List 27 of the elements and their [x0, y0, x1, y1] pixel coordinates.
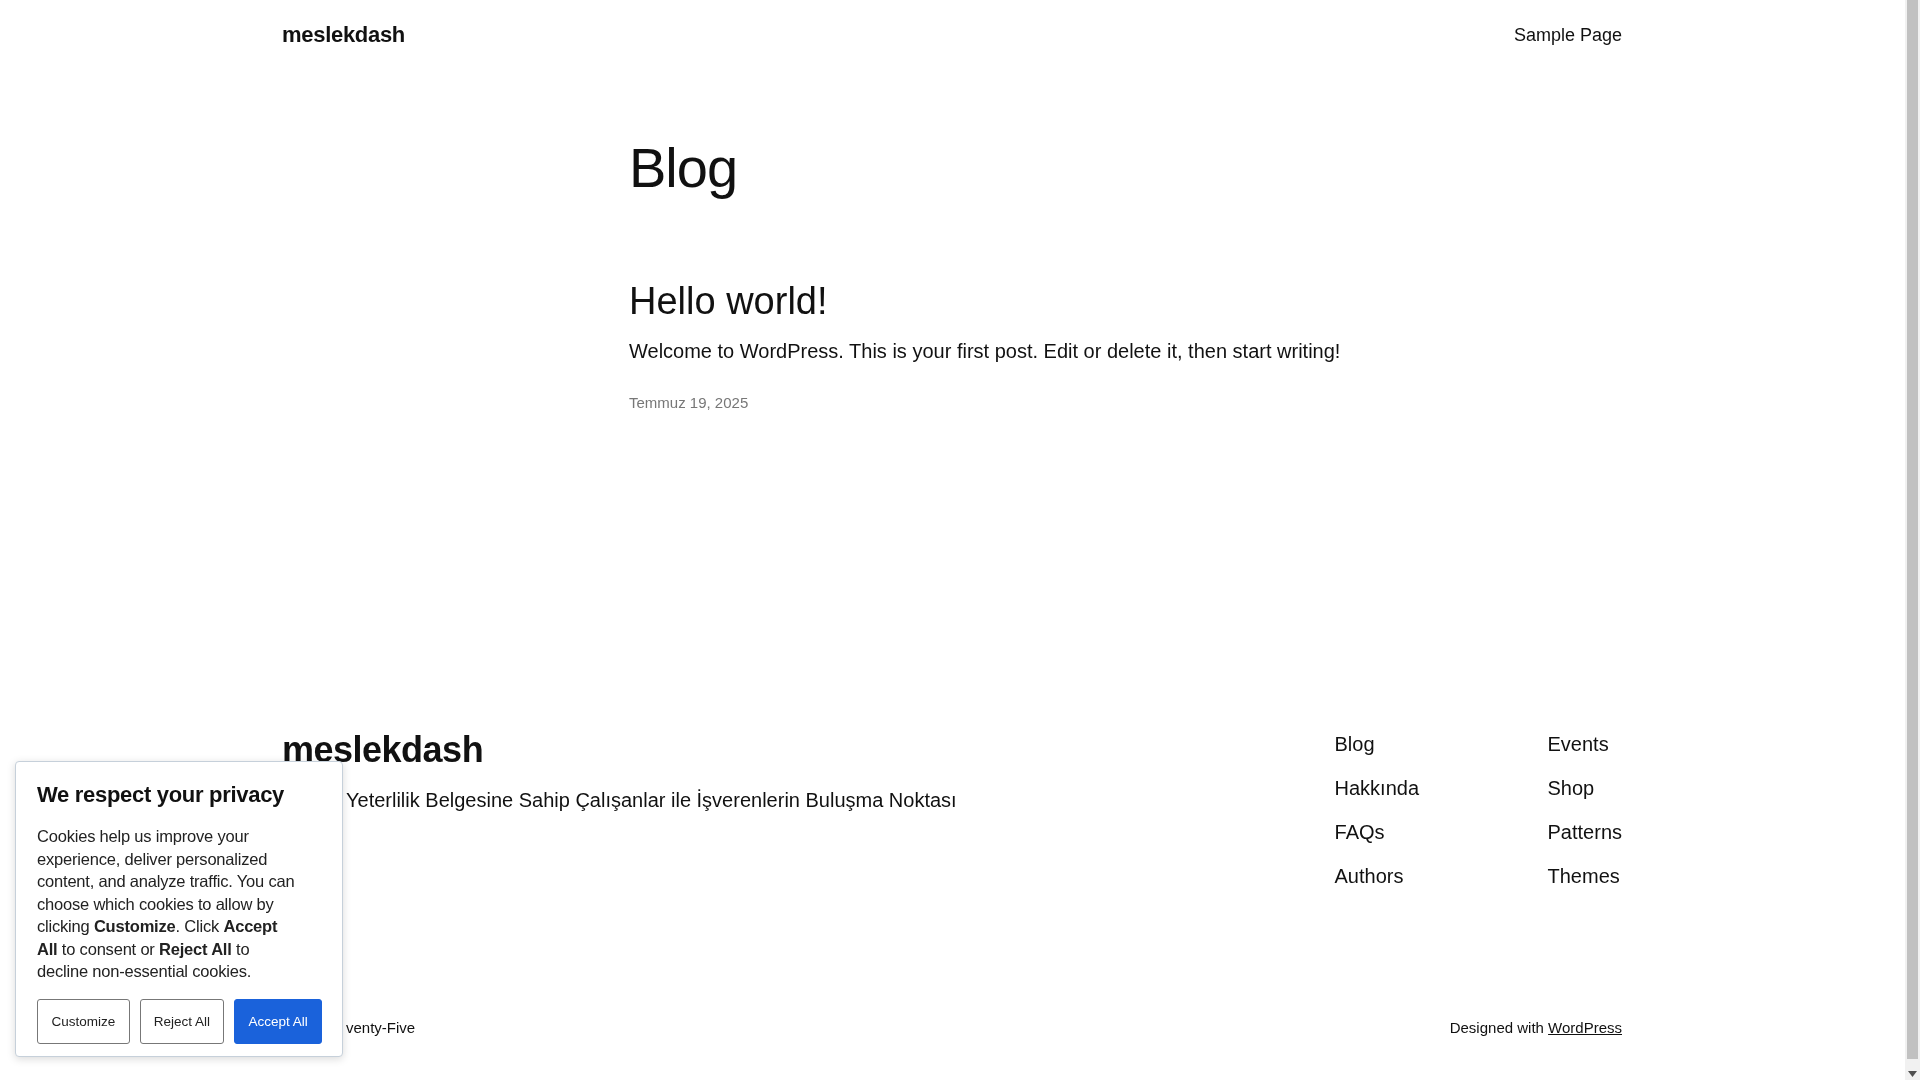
cookie-button[interactable]: Accept All	[234, 998, 322, 1044]
footer-link[interactable]: FAQs	[1334, 818, 1548, 846]
site-title[interactable]: meslekdash	[282, 22, 405, 48]
post-title[interactable]: Hello world!	[629, 278, 828, 324]
footer-link[interactable]: Shop	[1547, 774, 1622, 802]
cookie-button[interactable]: Customize	[37, 998, 130, 1044]
footer-link[interactable]: Authors	[1334, 862, 1548, 890]
scrollbar-thumb[interactable]	[1907, 0, 1918, 1059]
theme-credit: venty-Five	[346, 1018, 416, 1038]
footer-link[interactable]: Patterns	[1547, 818, 1622, 846]
footer-link[interactable]: Events	[1547, 730, 1622, 758]
cookie-button[interactable]: Reject All	[139, 998, 225, 1044]
nav-link[interactable]: Sample Page	[1513, 24, 1622, 46]
footer-link[interactable]: Themes	[1547, 862, 1622, 890]
footer-link[interactable]: Blog	[1334, 730, 1548, 758]
post-excerpt: Welcome to WordPress. This is your first post. Edit or delete it, then start writing!	[629, 339, 1342, 364]
banner-title: We respect your privacy	[37, 781, 286, 809]
post-date: Temmuz 19, 2025	[629, 394, 749, 411]
site-tagline: Yeterlilik Belgesine Sahip Çalışanlar ile İşverenlerin Buluşma Noktası	[346, 788, 958, 813]
footer-site-title[interactable]: meslekdash	[282, 728, 484, 772]
scroll-down-arrow-icon[interactable]	[1908, 1071, 1917, 1077]
page-title: Blog	[629, 135, 739, 201]
footer-link[interactable]: Hakkında	[1334, 774, 1548, 802]
banner-message: Cookies help us improve your experience, deliver personalized content, and analyze traffic. You can choose which cookies to allow by clicking Customize. Click Accept All to consent or Reject All to decline non-essential cookies.	[37, 826, 296, 982]
designed-with-text: Designed with WordPress	[1449, 1018, 1622, 1038]
scrollbar[interactable]	[1905, 0, 1920, 1080]
wordpress-link[interactable]: WordPress	[1548, 1019, 1622, 1036]
